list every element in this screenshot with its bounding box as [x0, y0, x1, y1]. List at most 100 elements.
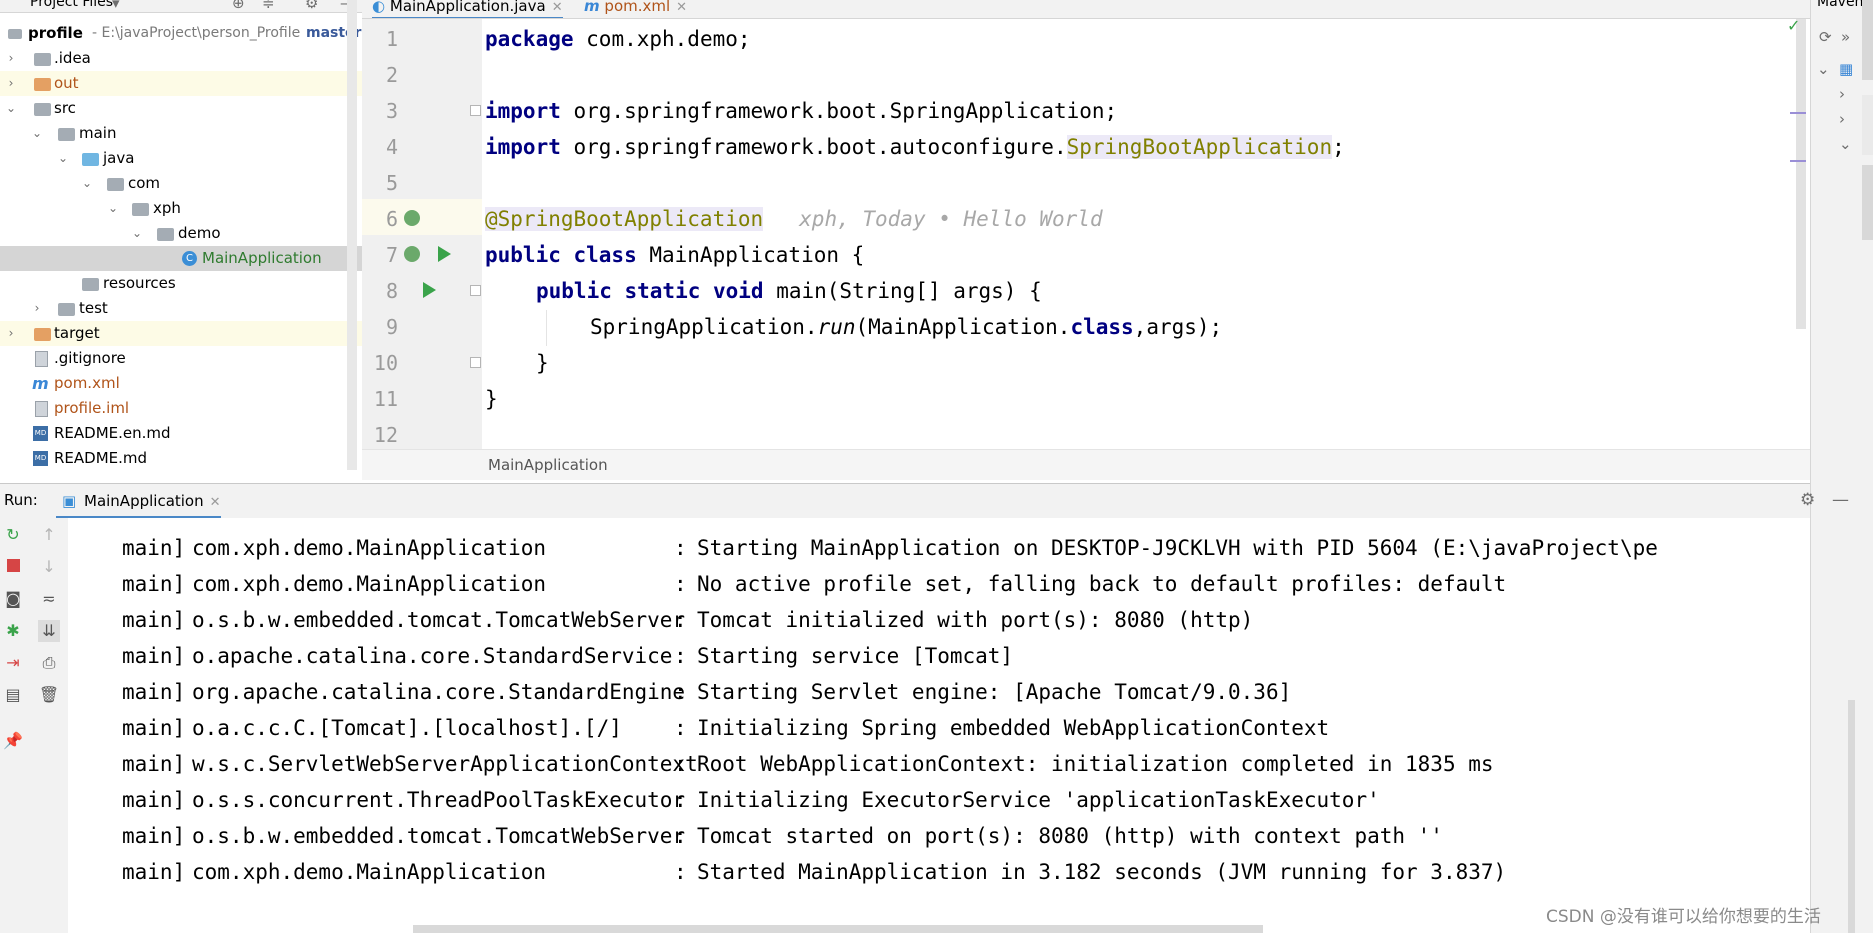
print-icon[interactable]: ⎙: [38, 652, 60, 674]
chevron-down-icon[interactable]: ⌄: [130, 221, 144, 246]
tree-item-pom[interactable]: m pom.xml: [0, 371, 362, 396]
root-name: profile: [28, 24, 83, 42]
collapse-all-icon[interactable]: ≑: [262, 0, 275, 12]
reload-icon[interactable]: ⟳: [1819, 28, 1832, 46]
chevron-down-icon[interactable]: ⌄: [80, 171, 94, 196]
database-tool-tab[interactable]: [1862, 0, 1873, 80]
ant-tool-tab[interactable]: [1862, 95, 1873, 155]
run-tab-mainapplication[interactable]: ▣ MainApplication ✕: [56, 486, 221, 519]
chevron-down-icon[interactable]: ⌄: [1817, 60, 1830, 78]
tree-item-xph[interactable]: ⌄ xph: [0, 196, 362, 221]
maven-project-icon[interactable]: ▦: [1839, 60, 1853, 78]
log-logger: o.apache.catalina.core.StandardService: [192, 644, 673, 668]
tree-item-readme-en[interactable]: MD README.en.md: [0, 421, 362, 446]
chevron-right-icon[interactable]: »: [1841, 28, 1850, 46]
chevron-right-icon[interactable]: ›: [1839, 85, 1845, 103]
tree-item-target[interactable]: › target: [0, 321, 362, 346]
console-output[interactable]: main] com.xph.demo.MainApplication: Starti…: [68, 518, 1810, 933]
pin-icon[interactable]: 📌: [2, 730, 24, 752]
code-line-11: }: [485, 387, 498, 411]
tree-item-main[interactable]: ⌄ main: [0, 121, 362, 146]
chevron-down-icon[interactable]: ⌄: [1839, 135, 1852, 153]
chevron-down-icon[interactable]: ⌄: [30, 121, 44, 146]
tree-item-label: com: [128, 174, 161, 192]
annotation: @SpringBootApplication: [485, 207, 764, 231]
tab-mainapplication-java[interactable]: ◐ MainApplication.java ✕: [372, 0, 563, 18]
run-class-icon[interactable]: [438, 246, 451, 262]
project-scrollbar[interactable]: [347, 0, 357, 470]
tree-item-readme[interactable]: MD README.md: [0, 446, 362, 471]
tree-item-label: main: [79, 124, 117, 142]
tree-item-gitignore[interactable]: .gitignore: [0, 346, 362, 371]
code-text: SpringApplication.: [590, 315, 818, 339]
project-view-selector[interactable]: Project Files: [30, 0, 113, 10]
up-arrow-icon[interactable]: ↑: [38, 524, 60, 546]
line-number: 9: [385, 315, 398, 339]
maven-panel-title[interactable]: Maven: [1817, 0, 1863, 10]
tab-pom-xml[interactable]: m pom.xml ✕: [584, 0, 687, 17]
spring-bean-icon[interactable]: [404, 210, 420, 226]
tree-root[interactable]: ⌄ profile - E:\javaProject\person_Profil…: [0, 21, 362, 46]
check-icon[interactable]: ✓: [1787, 16, 1800, 35]
editor-scrollbar[interactable]: [1796, 19, 1806, 329]
fold-icon[interactable]: [470, 357, 481, 368]
close-icon[interactable]: ✕: [676, 0, 687, 15]
chevron-down-icon[interactable]: ⌄: [4, 96, 18, 121]
console-vertical-scrollbar[interactable]: [1848, 700, 1855, 933]
chevron-down-icon[interactable]: ⌄: [56, 146, 70, 171]
debug-icon[interactable]: ✱: [2, 620, 24, 642]
close-icon[interactable]: ✕: [210, 495, 221, 510]
trash-icon[interactable]: 🗑: [38, 684, 60, 706]
tree-item-test[interactable]: › test: [0, 296, 362, 321]
stop-icon[interactable]: [2, 556, 24, 578]
tree-item-src[interactable]: ⌄ src: [0, 96, 362, 121]
gear-icon[interactable]: ⚙: [305, 0, 318, 12]
log-thread: main]: [122, 860, 186, 884]
chevron-right-icon[interactable]: ›: [4, 321, 18, 346]
spring-bean-icon[interactable]: [404, 246, 420, 262]
camera-icon[interactable]: ◙: [2, 588, 24, 610]
chevron-right-icon[interactable]: ›: [4, 46, 18, 71]
down-arrow-icon[interactable]: ↓: [38, 556, 60, 578]
chevron-down-icon[interactable]: ▾: [112, 0, 120, 12]
run-toolbar: ↻ ↑ ↓ ◙ ≂ ✱ ⇊ ⇥ ⎙ ▤ 🗑 📌: [0, 518, 69, 933]
code-text: ,args);: [1133, 315, 1223, 339]
close-icon[interactable]: ✕: [552, 0, 563, 15]
tree-item-label: README.md: [54, 449, 148, 467]
tree-item-resources[interactable]: resources: [0, 271, 362, 296]
run-label: Run:: [4, 491, 38, 509]
tree-item-java[interactable]: ⌄ java: [0, 146, 362, 171]
chevron-right-icon[interactable]: ›: [1839, 110, 1845, 128]
tree-item-idea[interactable]: › .idea: [0, 46, 362, 71]
tree-item-profile-iml[interactable]: profile.iml: [0, 396, 362, 421]
fold-icon[interactable]: [470, 285, 481, 296]
log-logger: o.a.c.c.C.[Tomcat].[localhost].[/]: [192, 716, 622, 740]
scroll-to-end-icon[interactable]: ⇊: [38, 620, 60, 642]
code-editor[interactable]: package com.xph.demo; import org.springf…: [482, 19, 1810, 449]
maven-tool-tab[interactable]: [1862, 165, 1873, 240]
line-number: 5: [385, 171, 398, 195]
error-stripe-mark[interactable]: [1790, 112, 1806, 114]
folder-icon: [34, 53, 51, 66]
line-number: 7: [385, 243, 398, 267]
breadcrumb[interactable]: MainApplication: [488, 456, 608, 474]
tree-item-label: .idea: [54, 49, 91, 67]
layout-icon[interactable]: ▤: [2, 684, 24, 706]
exit-icon[interactable]: ⇥: [2, 652, 24, 674]
tree-item-mainapplication[interactable]: C MainApplication: [0, 246, 362, 271]
tree-item-com[interactable]: ⌄ com: [0, 171, 362, 196]
soft-wrap-icon[interactable]: ≂: [38, 588, 60, 610]
tree-item-demo[interactable]: ⌄ demo: [0, 221, 362, 246]
locate-icon[interactable]: ⊕: [232, 0, 245, 12]
rerun-icon[interactable]: ↻: [2, 524, 24, 546]
gear-icon[interactable]: ⚙: [1800, 490, 1815, 510]
run-main-icon[interactable]: [423, 282, 436, 298]
chevron-right-icon[interactable]: ›: [30, 296, 44, 321]
fold-icon[interactable]: [470, 105, 481, 116]
console-horizontal-scrollbar[interactable]: [413, 925, 1263, 933]
chevron-right-icon[interactable]: ›: [4, 71, 18, 96]
error-stripe-mark[interactable]: [1790, 160, 1806, 162]
tree-item-out[interactable]: › out: [0, 71, 362, 96]
minimize-icon[interactable]: —: [1832, 490, 1849, 510]
chevron-down-icon[interactable]: ⌄: [106, 196, 120, 221]
